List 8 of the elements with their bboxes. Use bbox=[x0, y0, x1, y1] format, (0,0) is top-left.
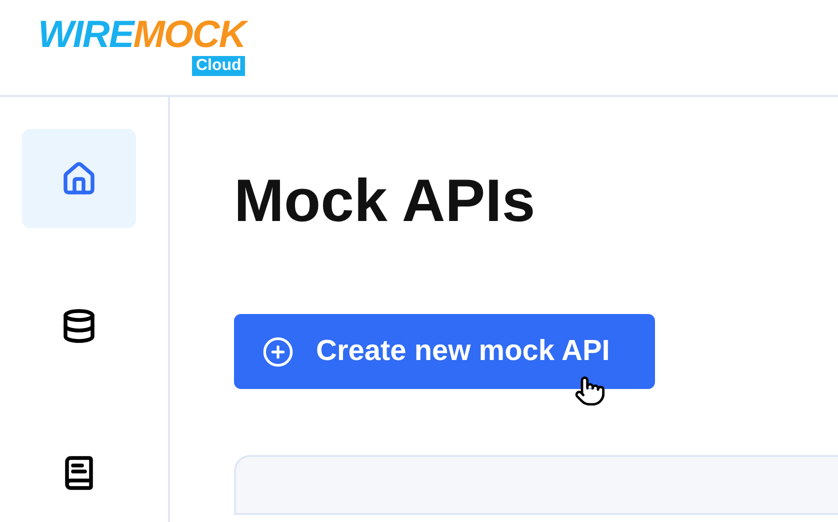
create-button[interactable]: Create new mock API bbox=[234, 314, 655, 389]
home-icon bbox=[61, 160, 97, 196]
page-title: Mock APIs bbox=[234, 169, 536, 233]
logo-text: WIRE bbox=[38, 16, 134, 54]
hand-cursor-icon bbox=[574, 374, 606, 408]
logo-badge: Cloud bbox=[192, 56, 246, 76]
plus-icon bbox=[262, 336, 294, 368]
database-icon bbox=[61, 308, 97, 344]
